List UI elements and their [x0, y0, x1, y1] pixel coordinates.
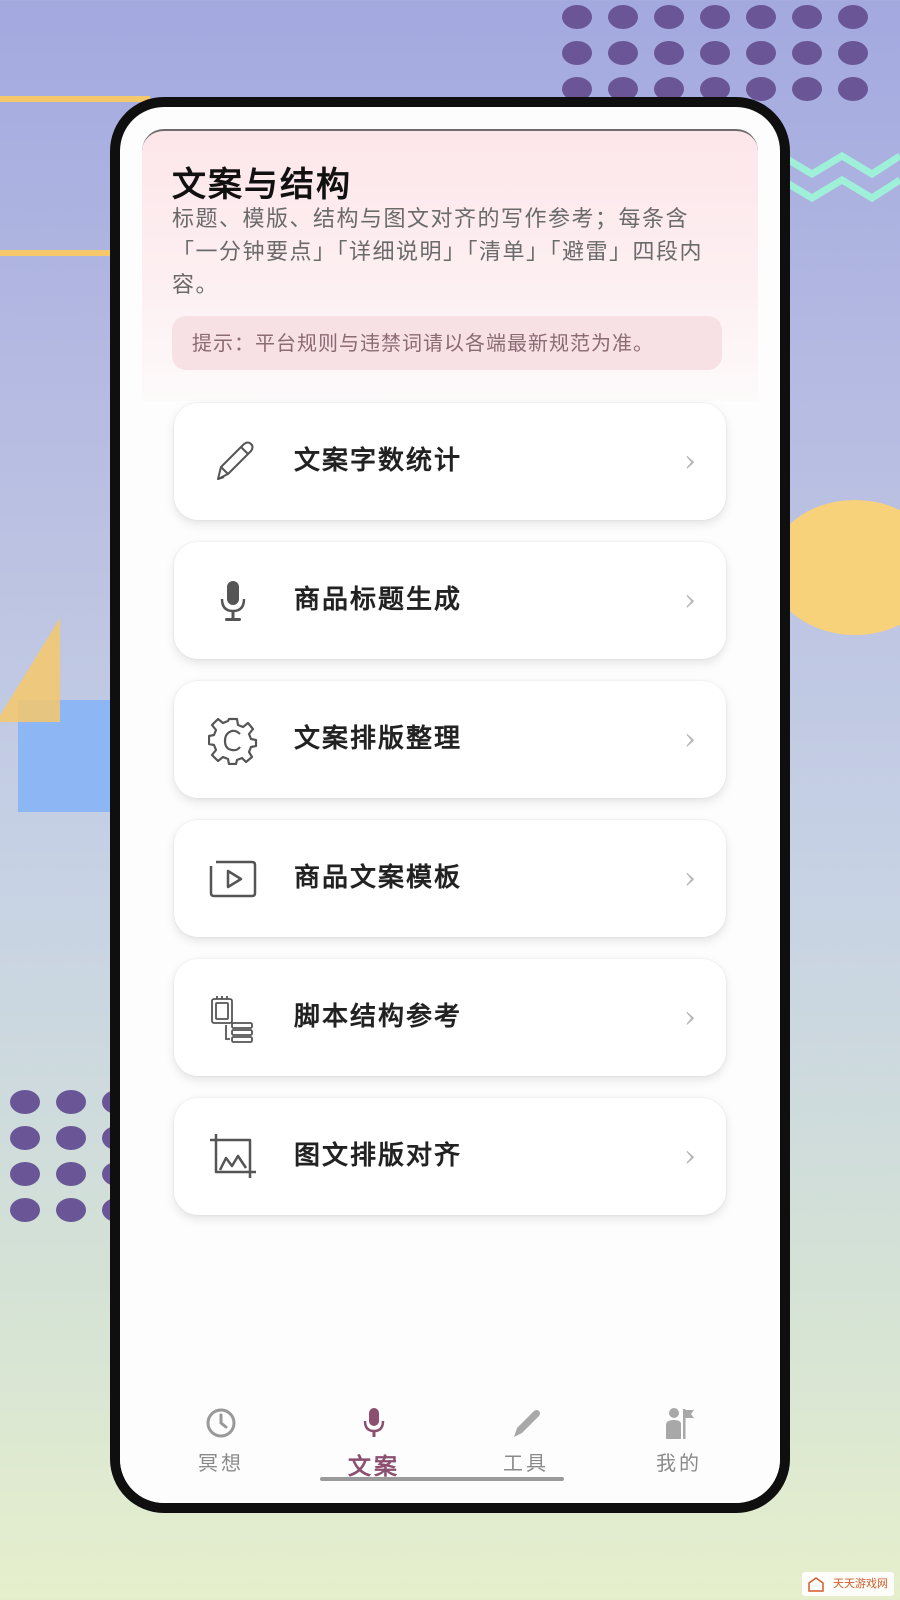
bottom-tab-bar: 冥想 文案 工具 我的: [120, 1391, 780, 1503]
page-description: 标题、模版、结构与图文对齐的写作参考；每条含「一分钟要点」「详细说明」「清单」「…: [172, 207, 704, 298]
menu-item-copy-layout[interactable]: 文案排版整理 ›: [174, 681, 726, 798]
menu-item-label: 文案字数统计: [294, 446, 463, 476]
document-list-icon: [208, 993, 258, 1043]
main-content: 文案与结构 标题、模版、结构与图文对齐的写作参考；每条含「一分钟要点」「详细说明…: [142, 129, 758, 1391]
menu-item-label: 文案排版整理: [294, 724, 463, 754]
menu-item-word-count[interactable]: 文案字数统计 ›: [174, 403, 726, 520]
decorative-zigzag: [782, 151, 900, 203]
menu-item-title-generator[interactable]: 商品标题生成 ›: [174, 542, 726, 659]
phone-frame: 文案与结构 标题、模版、结构与图文对齐的写作参考；每条含「一分钟要点」「详细说明…: [110, 97, 790, 1513]
menu-item-label: 商品标题生成: [294, 585, 463, 615]
menu-item-label: 图文排版对齐: [294, 1141, 463, 1171]
decorative-dots: [562, 5, 872, 101]
play-icon: [208, 854, 258, 904]
watermark: 天天游戏网: [802, 1572, 894, 1596]
image-crop-icon: [208, 1132, 258, 1182]
pencil-icon: [514, 1410, 540, 1437]
decorative-line: [0, 96, 150, 102]
menu-item-image-text-align[interactable]: 图文排版对齐 ›: [174, 1098, 726, 1215]
tab-profile[interactable]: 我的: [629, 1405, 729, 1476]
active-tab-indicator: [320, 1477, 564, 1481]
tip-banner: 提示：平台规则与违禁词请以各端最新规范为准。: [172, 316, 722, 370]
chevron-right-icon: ›: [684, 444, 696, 479]
page-header: 文案与结构 标题、模版、结构与图文对齐的写作参考；每条含「一分钟要点」「详细说明…: [142, 129, 758, 401]
pencil-icon: [208, 437, 258, 487]
page-title: 文案与结构: [172, 165, 352, 205]
tab-label: 冥想: [198, 1451, 244, 1475]
tab-copywriting[interactable]: 文案: [324, 1405, 424, 1481]
chevron-right-icon: ›: [684, 861, 696, 896]
menu-item-label: 商品文案模板: [294, 863, 463, 893]
menu-item-script-structure[interactable]: 脚本结构参考 ›: [174, 959, 726, 1076]
tab-tools[interactable]: 工具: [476, 1405, 576, 1476]
decorative-triangle: [0, 618, 60, 722]
clock-icon: [206, 1408, 236, 1438]
menu-item-copy-template[interactable]: 商品文案模板 ›: [174, 820, 726, 937]
watermark-logo-icon: [808, 1577, 824, 1592]
app-screen: 文案与结构 标题、模版、结构与图文对齐的写作参考；每条含「一分钟要点」「详细说明…: [120, 107, 780, 1503]
tab-label: 工具: [503, 1451, 549, 1475]
tab-meditation[interactable]: 冥想: [171, 1405, 271, 1476]
watermark-text: 天天游戏网: [833, 1577, 888, 1590]
gear-icon: [207, 715, 258, 766]
chevron-right-icon: ›: [684, 1000, 696, 1035]
decorative-line: [0, 250, 120, 256]
tab-label: 文案: [348, 1453, 400, 1480]
tab-label: 我的: [656, 1451, 702, 1475]
microphone-icon: [208, 576, 258, 626]
user-flag-icon: [666, 1408, 694, 1439]
chevron-right-icon: ›: [684, 1139, 696, 1174]
chevron-right-icon: ›: [684, 583, 696, 618]
chevron-right-icon: ›: [684, 722, 696, 757]
menu-item-label: 脚本结构参考: [294, 1002, 463, 1032]
microphone-icon: [363, 1408, 385, 1437]
